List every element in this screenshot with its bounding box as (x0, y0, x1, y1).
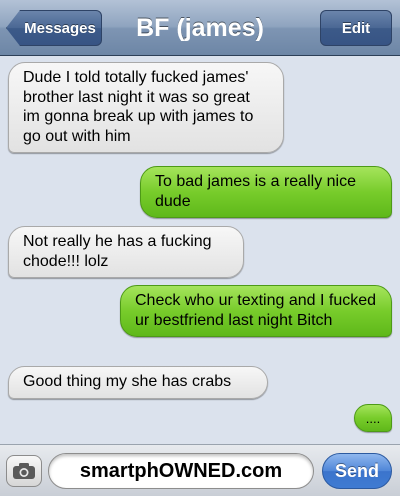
edit-button[interactable]: Edit (320, 10, 392, 46)
sent-message-bubble: .... (354, 404, 392, 432)
send-button[interactable]: Send (322, 453, 392, 489)
message-text-field[interactable]: smartphOWNED.com (48, 453, 314, 489)
camera-icon (13, 463, 35, 479)
conversation-title: BF (james) (136, 14, 264, 42)
message-input-bar: smartphOWNED.com Send (0, 444, 400, 496)
sent-message-bubble: Check who ur texting and I fucked ur bes… (120, 285, 392, 337)
navigation-bar: Messages BF (james) Edit (0, 0, 400, 56)
received-message-bubble: Dude I told totally fucked james' brothe… (8, 62, 284, 153)
received-message-bubble: Not really he has a fucking chode!!! lol… (8, 226, 244, 278)
sent-message-bubble: To bad james is a really nice dude (140, 166, 392, 218)
messages-back-button[interactable]: Messages (6, 10, 102, 46)
camera-button[interactable] (6, 455, 42, 487)
received-message-bubble: Good thing my she has crabs (8, 366, 268, 399)
